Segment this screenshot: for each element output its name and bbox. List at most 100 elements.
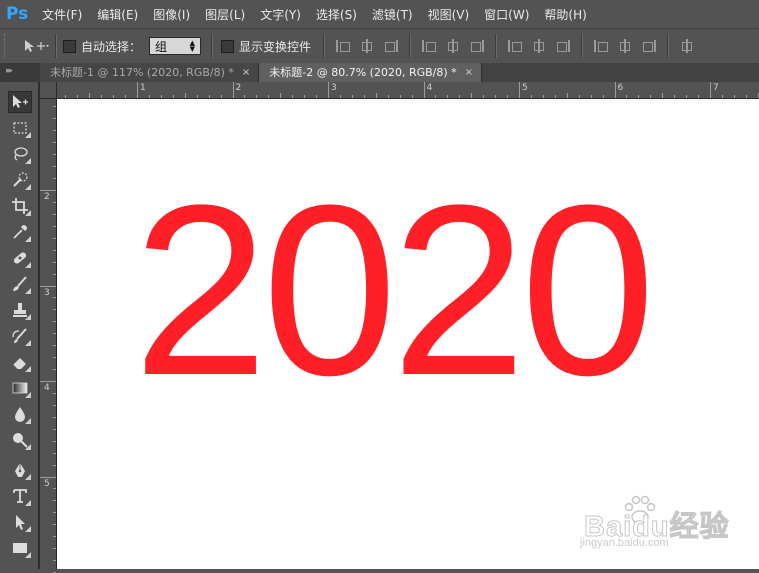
ruler-number: 5 — [44, 478, 50, 489]
ruler-number: 6 — [617, 83, 624, 93]
ruler-tick — [196, 95, 198, 98]
ruler-tick — [721, 95, 723, 98]
options-grip — [4, 34, 9, 58]
history-brush-tool[interactable] — [8, 325, 32, 347]
document-tab[interactable]: 未标题-1 @ 117% (2020, RGB/8) * × — [40, 63, 260, 82]
crop-tool[interactable] — [8, 195, 32, 217]
vertical-ruler[interactable]: 2 3 4 5 — [40, 98, 57, 573]
dodge-tool[interactable] — [8, 429, 32, 451]
ruler-tick — [53, 225, 56, 227]
ruler-tick — [638, 95, 640, 98]
distribute-hcenter-icon[interactable] — [618, 39, 632, 53]
ruler-tick — [40, 476, 56, 478]
lasso-tool[interactable] — [8, 143, 32, 165]
path-select-tool[interactable] — [8, 511, 32, 533]
watermark-subtitle: jingyan.baidu.com — [580, 537, 669, 549]
ruler-tick — [53, 404, 56, 406]
distribute-left-icon[interactable] — [594, 39, 609, 53]
ruler-number: 7 — [713, 83, 719, 93]
document-tab-title: 未标题-2 @ 80.7% (2020, RGB/8) * — [269, 66, 457, 79]
ruler-tick — [339, 95, 341, 98]
ruler-tick — [65, 95, 67, 98]
ruler-tick — [208, 95, 210, 98]
ruler-tick — [698, 95, 700, 98]
ruler-tick — [53, 273, 56, 275]
auto-select-checkbox[interactable] — [63, 39, 76, 53]
options-separator — [495, 34, 498, 58]
ruler-tick — [614, 82, 616, 98]
options-separator — [323, 34, 326, 58]
move-icon — [13, 95, 28, 108]
distribute-right-icon[interactable] — [642, 39, 657, 53]
collapse-panel-icon[interactable]: ▸▸ — [6, 66, 13, 76]
align-top-icon[interactable] — [336, 39, 351, 53]
canvas-text-layer[interactable]: 2020 — [133, 169, 656, 412]
eyedropper-tool[interactable] — [8, 221, 32, 243]
align-right-icon[interactable] — [470, 39, 485, 53]
ruler-tick — [53, 512, 56, 514]
menu-file[interactable]: 文件(F) — [42, 6, 82, 23]
move-tool-preset-icon[interactable] — [23, 38, 49, 54]
distribute-bottom-icon[interactable] — [556, 39, 571, 53]
ruler-tick — [507, 95, 509, 98]
ruler-tick — [53, 440, 56, 442]
ruler-tick — [53, 237, 56, 239]
quick-select-tool[interactable] — [8, 169, 32, 191]
pen-tool[interactable] — [8, 459, 32, 481]
rectangle-tool[interactable] — [8, 537, 32, 559]
distribute-vcenter-icon[interactable] — [532, 39, 546, 53]
ruler-number: 4 — [426, 83, 433, 93]
options-separator — [55, 34, 57, 58]
move-tool[interactable] — [8, 91, 32, 113]
ruler-tick — [137, 82, 138, 98]
ruler-origin[interactable] — [40, 82, 57, 99]
horizontal-ruler[interactable]: 1 2 3 4 5 6 7 — [40, 82, 759, 99]
ruler-tick — [160, 95, 162, 98]
auto-align-layers-icon[interactable] — [680, 39, 694, 53]
close-tab-icon[interactable]: × — [242, 63, 250, 82]
ruler-tick — [125, 95, 127, 98]
menu-layer[interactable]: 图层(L) — [205, 6, 245, 23]
menu-edit[interactable]: 编辑(E) — [97, 6, 138, 23]
ruler-tick — [53, 142, 56, 144]
brush-tool[interactable] — [8, 273, 32, 295]
document-tab-active[interactable]: 未标题-2 @ 80.7% (2020, RGB/8) * × — [259, 63, 483, 82]
clone-stamp-tool[interactable] — [8, 299, 32, 321]
healing-brush-tool[interactable] — [8, 247, 32, 269]
ruler-number: 3 — [44, 287, 50, 298]
ruler-tick — [530, 95, 532, 98]
close-tab-icon[interactable]: × — [465, 63, 473, 82]
menu-view[interactable]: 视图(V) — [428, 6, 470, 23]
ruler-tick — [101, 95, 103, 98]
eraser-tool[interactable] — [8, 351, 32, 373]
ruler-tick — [53, 261, 56, 263]
align-vcenter-icon[interactable] — [360, 39, 374, 53]
ruler-tick — [53, 309, 56, 311]
align-bottom-icon[interactable] — [384, 39, 399, 53]
menu-help[interactable]: 帮助(H) — [544, 6, 586, 23]
ruler-tick — [40, 381, 56, 382]
menu-filter[interactable]: 滤镜(T) — [372, 6, 413, 23]
align-left-icon[interactable] — [422, 39, 437, 53]
menu-window[interactable]: 窗口(W) — [484, 6, 529, 23]
blur-tool[interactable] — [8, 403, 32, 425]
toolbox-header: ▸▸ — [0, 63, 40, 82]
gradient-tool[interactable] — [8, 377, 32, 399]
align-hcenter-icon[interactable] — [446, 39, 460, 53]
ruler-tick — [590, 95, 592, 98]
show-transform-checkbox[interactable] — [221, 39, 235, 53]
distribute-top-icon[interactable] — [508, 39, 523, 53]
ruler-tick — [40, 190, 56, 191]
menu-image[interactable]: 图像(I) — [153, 6, 190, 23]
ruler-tick — [53, 154, 56, 156]
auto-select-dropdown[interactable]: 组 ▲ ▼ — [149, 37, 202, 55]
ruler-tick — [662, 93, 664, 98]
ruler-tick — [184, 93, 186, 98]
menu-select[interactable]: 选择(S) — [316, 6, 357, 23]
menu-type[interactable]: 文字(Y) — [260, 6, 301, 23]
toolbox — [0, 82, 40, 569]
ruler-tick — [650, 95, 652, 98]
ruler-tick — [375, 93, 377, 98]
type-tool[interactable] — [8, 485, 32, 507]
marquee-tool[interactable] — [8, 117, 32, 139]
